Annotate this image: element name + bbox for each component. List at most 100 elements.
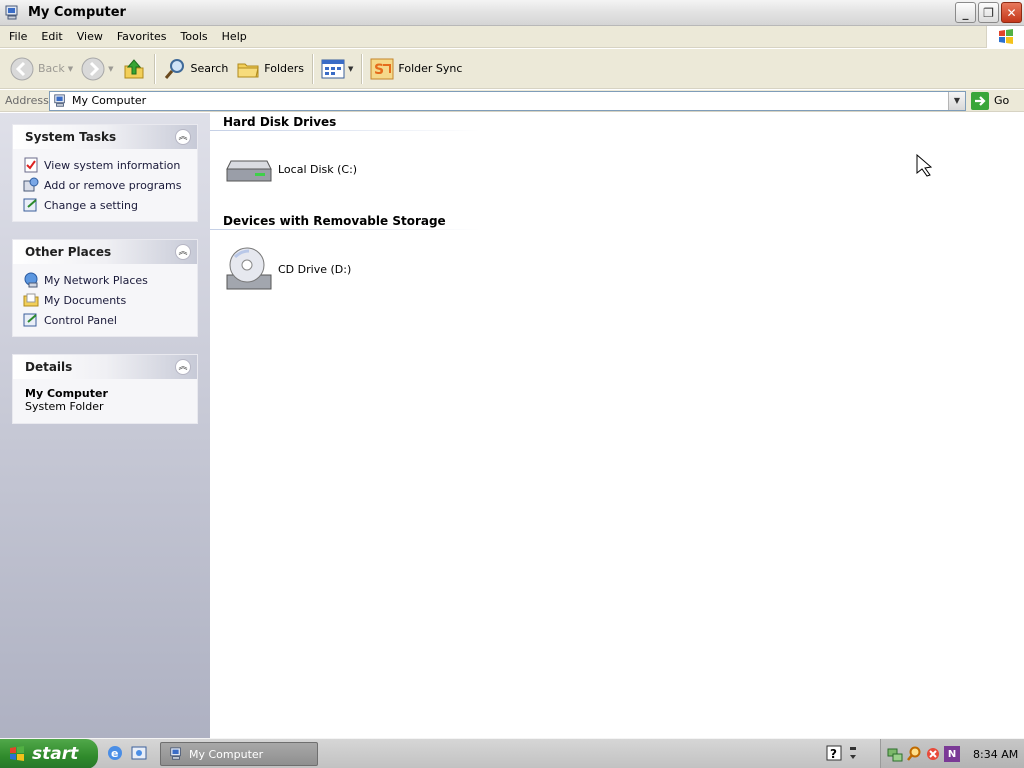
system-information-icon [24,157,38,173]
menu-help[interactable]: Help [215,26,254,48]
onenote-tray-icon[interactable]: N [944,746,960,762]
toolbar-separator [312,53,314,84]
drive-label: Local Disk (C:) [278,162,358,176]
collapse-icon[interactable]: ︽ [175,359,191,375]
details-item-type: System Folder [25,400,104,413]
help-icon[interactable]: ? [826,745,842,761]
cd-drive-icon [226,247,272,290]
drive-item-local-disk-c[interactable]: Local Disk (C:) [225,153,357,185]
my-computer-icon [54,93,65,107]
forward-arrow-icon [81,57,105,80]
details-header[interactable]: Details ︽ [13,355,197,379]
control-panel-link[interactable]: Control Panel [23,310,197,330]
details-item-name: My Computer [25,387,108,400]
views-dropdown-icon[interactable]: ▼ [348,65,353,73]
system-tasks-header[interactable]: System Tasks ︽ [13,125,197,149]
drive-label: CD Drive (D:) [278,262,352,276]
back-label: Back [38,62,65,75]
control-panel-icon [23,198,37,212]
views-icon [321,59,345,78]
forward-dropdown-icon[interactable]: ▼ [108,65,113,73]
windows-logo-icon [10,746,24,761]
svg-text:?: ? [830,747,837,761]
up-folder-icon [124,58,143,78]
search-button[interactable]: Search [159,53,233,85]
my-network-places-link[interactable]: My Network Places [23,270,197,290]
address-input[interactable]: My Computer ▼ [49,90,966,111]
address-value: My Computer [72,94,147,107]
go-button[interactable]: Go [971,91,1010,110]
go-arrow-icon [971,91,989,110]
mouse-cursor-icon [916,153,933,177]
forward-button[interactable]: ▼ [77,53,117,85]
add-remove-programs-link[interactable]: Add or remove programs [23,175,197,195]
back-arrow-icon [10,57,34,80]
go-label: Go [994,94,1010,107]
folders-label: Folders [264,62,305,75]
folders-icon [237,63,259,77]
toolbar-separator [153,53,155,84]
window-title: My Computer [28,5,126,20]
drive-item-cd-drive-d[interactable]: CD Drive (D:) [225,245,351,293]
collapse-icon[interactable]: ︽ [175,244,191,260]
address-bar: Address My Computer ▼ Go [0,90,1024,112]
menu-edit[interactable]: Edit [34,26,69,48]
start-button[interactable]: start [0,739,98,768]
back-button[interactable]: Back ▼ [6,53,77,85]
menu-tools[interactable]: Tools [174,26,215,48]
svg-text:S: S [374,62,384,78]
place-label: Control Panel [44,313,117,327]
search-tray-icon[interactable] [906,746,922,762]
my-documents-link[interactable]: My Documents [23,290,197,310]
close-button[interactable]: ✕ [1001,2,1022,23]
system-tray: N 8:34 AM [880,739,1024,768]
menu-view[interactable]: View [70,26,110,48]
network-tray-icon[interactable] [887,746,903,762]
internet-explorer-icon[interactable]: e [106,744,124,762]
address-label: Address [5,94,49,107]
menu-file[interactable]: File [0,26,34,48]
restore-button[interactable]: ❐ [978,2,999,23]
folder-sync-button[interactable]: S Folder Sync [366,53,466,85]
search-icon [164,58,184,79]
menu-bar: File Edit View Favorites Tools Help [0,26,1024,48]
show-desktop-icon[interactable] [130,744,148,762]
taskbar-window-label: My Computer [189,747,264,761]
menu-favorites[interactable]: Favorites [110,26,174,48]
group-divider [210,130,480,131]
address-dropdown-button[interactable]: ▼ [948,91,965,110]
folders-button[interactable]: Folders [232,53,308,85]
change-setting-link[interactable]: Change a setting [23,195,197,215]
taskbar: start e My Computer ? N 8:34 AM [0,738,1024,768]
file-view[interactable]: Hard Disk Drives Local Disk (C:) Devices… [210,113,1024,738]
toolbar-separator [361,53,363,84]
task-label: Add or remove programs [44,178,182,192]
my-documents-icon [23,293,39,307]
language-bar: ? [826,745,858,761]
details-panel: Details ︽ My Computer System Folder [12,354,198,424]
my-computer-icon [170,747,181,760]
language-bar-options-icon[interactable] [848,745,858,761]
windows-logo-icon [986,26,1024,48]
other-places-header[interactable]: Other Places ︽ [13,240,197,264]
quick-launch: e [106,744,148,762]
minimize-button[interactable]: _ [955,2,976,23]
up-button[interactable] [118,53,150,85]
start-label: start [32,744,79,764]
window-title-bar[interactable]: My Computer _ ❐ ✕ [0,0,1024,26]
group-title-removable-storage: Devices with Removable Storage [223,214,446,228]
back-dropdown-icon[interactable]: ▼ [68,65,73,73]
system-tasks-title: System Tasks [25,130,117,144]
views-button[interactable]: ▼ [317,53,357,85]
add-remove-programs-icon [23,177,39,192]
control-panel-icon [23,313,37,327]
task-label: View system information [44,158,181,172]
collapse-icon[interactable]: ︽ [175,129,191,145]
security-tray-icon[interactable] [925,746,941,762]
clock[interactable]: 8:34 AM [973,748,1018,761]
network-places-icon [24,272,38,288]
folder-sync-icon: S [370,58,394,79]
view-system-information-link[interactable]: View system information [23,155,197,175]
svg-text:e: e [111,747,118,760]
taskbar-window-my-computer[interactable]: My Computer [160,742,318,766]
